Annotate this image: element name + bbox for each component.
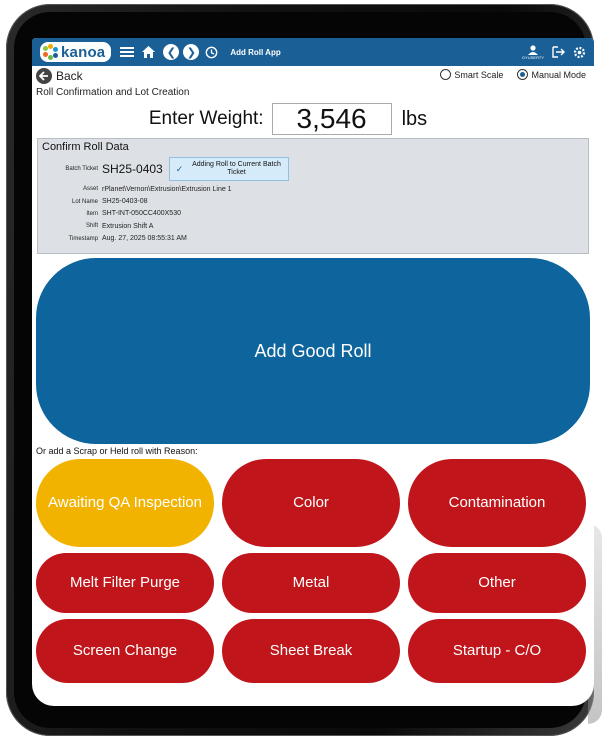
history-icon[interactable] [205, 46, 218, 59]
back-circle-icon[interactable]: ❮ [163, 44, 180, 60]
top-bar: kanoa ❮ ❯ Add Roll App DYUSERTY [32, 38, 594, 66]
field-row-timestamp: Timestamp Aug. 27, 2025 08:55:31 AM [42, 233, 584, 245]
field-value: Extrusion Shift A [102, 222, 154, 230]
adding-roll-badge: ✓ Adding Roll to Current Batch Ticket [168, 157, 289, 181]
weight-entry: Enter Weight: 3,546 lbs [32, 100, 594, 138]
color-button[interactable]: Color [222, 459, 400, 547]
field-row-item: Item SHT-INT-050CC400X530 [42, 208, 584, 220]
weight-label: Enter Weight: [148, 108, 264, 129]
field-value: Aug. 27, 2025 08:55:31 AM [102, 235, 187, 243]
other-button[interactable]: Other [408, 553, 586, 613]
field-label: Lot Name [71, 198, 98, 205]
field-label: Item [86, 210, 98, 217]
batch-ticket-label: Batch Ticket [65, 166, 98, 172]
awaiting-qa-inspection-button[interactable]: Awaiting QA Inspection [36, 459, 214, 547]
contamination-button[interactable]: Contamination [408, 459, 586, 547]
adding-roll-text: Adding Roll to Current Batch Ticket [192, 161, 281, 176]
reason-prompt: Or add a Scrap or Held roll with Reason: [36, 446, 198, 456]
melt-filter-purge-button[interactable]: Melt Filter Purge [36, 553, 214, 613]
manual-mode-label: Manual Mode [531, 69, 586, 80]
page-subtitle: Roll Confirmation and Lot Creation [36, 87, 190, 98]
add-good-roll-button[interactable]: Add Good Roll [36, 258, 590, 444]
manual-mode-radio[interactable]: Manual Mode [517, 69, 586, 80]
screen-change-button[interactable]: Screen Change [36, 619, 214, 683]
home-icon[interactable] [142, 46, 156, 58]
smart-scale-radio[interactable]: Smart Scale [440, 69, 503, 80]
back-label: Back [56, 69, 83, 83]
forward-circle-icon[interactable]: ❯ [183, 44, 200, 60]
field-value: SHT-INT-050CC400X530 [102, 210, 181, 218]
user-menu[interactable]: DYUSERTY [522, 44, 544, 60]
app-screen: kanoa ❮ ❯ Add Roll App DYUSERTY Back Sma… [32, 38, 594, 706]
sheet-break-button[interactable]: Sheet Break [222, 619, 400, 683]
kanoa-logo[interactable]: kanoa [40, 42, 112, 62]
field-value: SH25-0403-08 [102, 198, 148, 206]
radio-selected-icon [517, 69, 529, 80]
field-label: Asset [82, 186, 98, 193]
radio-unselected-icon [440, 69, 452, 80]
check-icon: ✓ [175, 163, 184, 174]
mode-selector: Smart Scale Manual Mode [430, 69, 586, 80]
weight-input[interactable]: 3,546 [271, 103, 392, 135]
settings-icon[interactable] [573, 46, 586, 59]
confirm-roll-panel: Confirm Roll Data Batch Ticket SH25-0403… [37, 138, 589, 254]
field-row-asset: Asset rPlanet\Vernon\Extrusion\Extrusion… [42, 183, 584, 195]
field-row-lot-name: Lot Name SH25-0403-08 [42, 195, 584, 207]
arrow-left-icon [36, 68, 52, 84]
logo-mark-icon [43, 44, 59, 60]
user-icon [528, 44, 539, 55]
user-name: DYUSERTY [522, 54, 544, 60]
confirm-title: Confirm Roll Data [42, 141, 129, 153]
topbar-actions: DYUSERTY [522, 38, 586, 66]
app-title: Add Roll App [230, 47, 281, 57]
metal-button[interactable]: Metal [222, 553, 400, 613]
smart-scale-label: Smart Scale [454, 69, 504, 80]
startup-co-button[interactable]: Startup - C/O [408, 619, 586, 683]
batch-ticket-row: Batch Ticket SH25-0403 ✓ Adding Roll to … [42, 155, 584, 183]
field-value: rPlanet\Vernon\Extrusion\Extrusion Line … [102, 185, 232, 193]
field-row-shift: Shift Extrusion Shift A [42, 220, 584, 232]
logo-text: kanoa [61, 43, 106, 61]
field-label: Shift [85, 223, 98, 230]
reason-button-grid: Awaiting QA Inspection Color Contaminati… [32, 459, 594, 683]
navigation-row: Back Smart Scale Manual Mode [32, 66, 594, 86]
back-button[interactable]: Back [36, 68, 83, 84]
logout-icon[interactable] [552, 46, 565, 58]
batch-ticket-value: SH25-0403 [102, 162, 163, 176]
menu-icon[interactable] [120, 46, 135, 58]
weight-unit: lbs [401, 107, 428, 130]
field-label: Timestamp [68, 235, 98, 242]
